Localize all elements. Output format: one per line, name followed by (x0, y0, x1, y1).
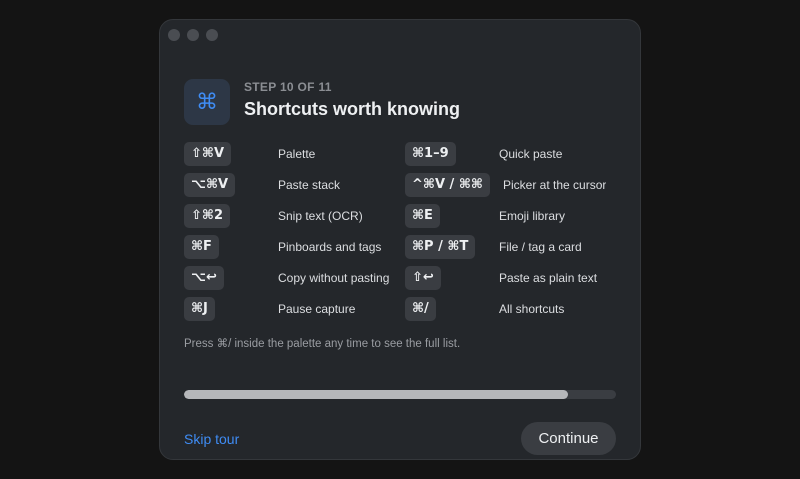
shortcut-action: Copy without pasting (278, 271, 390, 285)
continue-button[interactable]: Continue (521, 422, 616, 455)
shortcut-row: ⌥↩ Copy without pasting (184, 266, 394, 290)
shortcut-action: Quick paste (499, 147, 563, 161)
dialog-title: Shortcuts worth knowing (244, 99, 460, 119)
shortcut-row: ⌘1–9 Quick paste (405, 142, 615, 166)
shortcut-action: Pause capture (278, 302, 356, 316)
shortcut-row: ⌘E Emoji library (405, 204, 615, 228)
shortcut-row: ⌘J Pause capture (184, 297, 394, 321)
progress-fill (184, 390, 569, 399)
shortcut-row: ⇧⌘V Palette (184, 142, 394, 166)
command-icon: ⌘ (184, 79, 230, 125)
hint-text: Press ⌘/ inside the palette any time to … (184, 338, 461, 350)
shortcut-keys: ⌘/ (405, 297, 436, 321)
shortcut-keys: ^⌘V / ⌘⌘ (405, 173, 490, 197)
minimize-window-button[interactable] (187, 29, 199, 41)
shortcut-row: ⌘/ All shortcuts (405, 297, 615, 321)
zoom-window-button[interactable] (206, 29, 218, 41)
shortcut-row: ⌘F Pinboards and tags (184, 235, 394, 259)
shortcut-row: ⇧↩ Paste as plain text (405, 266, 615, 290)
shortcut-action: Snip text (OCR) (278, 209, 363, 223)
skip-tour-link[interactable]: Skip tour (184, 431, 239, 447)
shortcut-action: Paste as plain text (499, 271, 598, 285)
progress-bar (184, 390, 616, 399)
shortcut-keys: ⌥⌘V (184, 173, 236, 197)
shortcut-row: ⌘P / ⌘T File / tag a card (405, 235, 615, 259)
shortcut-keys: ⌘J (184, 297, 215, 321)
shortcut-action: Emoji library (499, 209, 566, 223)
shortcut-action: File / tag a card (499, 240, 582, 254)
shortcut-action: Picker at the cursor (503, 178, 607, 192)
onboarding-dialog: ⌘ STEP 10 OF 11 Shortcuts worth knowing … (159, 19, 641, 460)
step-label: STEP 10 OF 11 (244, 80, 332, 94)
close-window-button[interactable] (168, 29, 180, 41)
shortcut-action: All shortcuts (499, 302, 565, 316)
shortcut-action: Palette (278, 147, 316, 161)
window-controls (168, 29, 218, 41)
shortcut-action: Paste stack (278, 178, 341, 192)
shortcut-row: ⌥⌘V Paste stack (184, 173, 394, 197)
shortcut-keys: ⌘E (405, 204, 440, 228)
shortcut-keys: ⌘F (184, 235, 219, 259)
shortcut-keys: ⇧⌘V (184, 142, 232, 166)
shortcut-keys: ⌘P / ⌘T (405, 235, 476, 259)
shortcut-keys: ⇧↩ (405, 266, 441, 290)
shortcut-keys: ⇧⌘2 (184, 204, 230, 228)
shortcut-keys: ⌘1–9 (405, 142, 456, 166)
shortcut-row: ⇧⌘2 Snip text (OCR) (184, 204, 394, 228)
shortcut-keys: ⌥↩ (184, 266, 224, 290)
shortcut-action: Pinboards and tags (278, 240, 382, 254)
shortcut-row: ^⌘V / ⌘⌘ Picker at the cursor (405, 173, 615, 197)
